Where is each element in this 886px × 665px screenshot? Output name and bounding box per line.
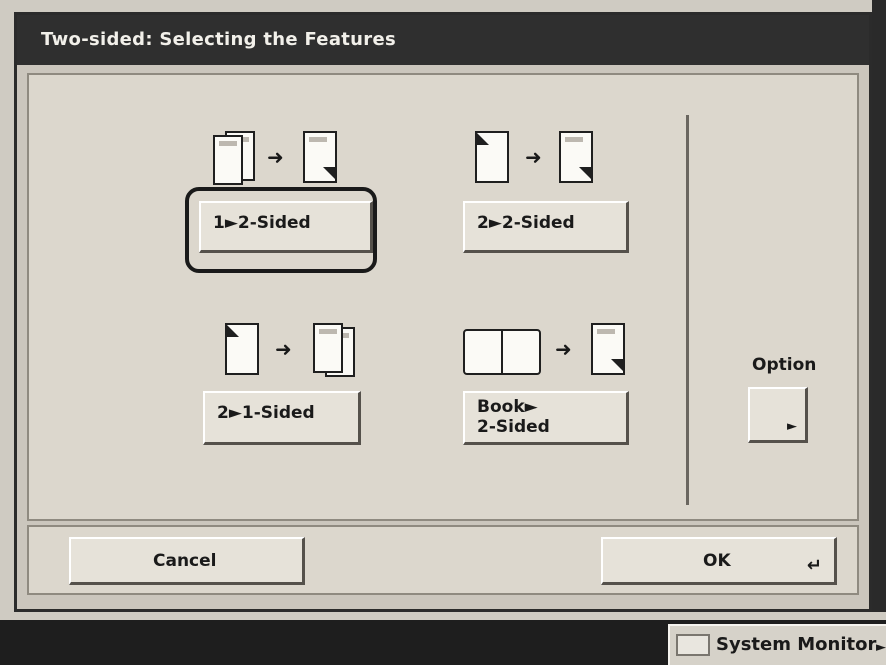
two-to-two-sided-icon: ➜ [469,131,619,191]
system-monitor-icon [676,634,710,656]
two-to-one-sided-label: 2►1-Sided [217,403,315,423]
cancel-button[interactable]: Cancel [69,537,305,585]
two-to-two-sided-button[interactable]: 2►2-Sided [463,201,629,253]
screen-bottom-bezel [14,612,886,620]
return-icon: ↵ [806,555,822,576]
book-to-two-sided-button[interactable]: Book► 2-Sided [463,391,629,445]
screen-right-bezel [872,0,886,620]
option-button[interactable]: ► [748,387,808,443]
book-to-two-sided-label: Book► 2-Sided [477,397,550,437]
book-to-two-sided-icon: ➜ [463,323,633,383]
one-to-two-sided-icon: ➜ [209,131,359,191]
option-label: Option [752,355,817,375]
feature-panel: ➜ ➜ 1►2-Sided 2►2-Sided ➜ ➜ 2►1-Sided Bo… [27,73,859,521]
two-to-two-sided-label: 2►2-Sided [477,213,575,233]
arrow-icon: ➜ [275,337,292,361]
ok-button[interactable]: OK ↵ [601,537,837,585]
cancel-label: Cancel [153,551,217,571]
two-to-one-sided-icon: ➜ [209,323,369,383]
two-to-one-sided-button[interactable]: 2►1-Sided [203,391,361,445]
system-monitor-arrow-icon: ► [876,640,886,655]
system-monitor-label: System Monitor [716,634,877,655]
option-arrow-icon: ► [787,419,797,434]
arrow-icon: ➜ [267,145,284,169]
system-monitor-button[interactable]: System Monitor ► [668,624,886,665]
selected-indicator [185,187,377,273]
arrow-icon: ➜ [555,337,572,361]
two-sided-dialog: Two-sided: Selecting the Features ➜ ➜ 1►… [14,12,872,612]
screen-top-bezel [0,0,886,12]
dialog-title: Two-sided: Selecting the Features [17,15,869,65]
dialog-footer: Cancel OK ↵ [27,525,859,595]
screen-left-bezel [0,0,14,665]
vertical-divider [686,115,689,505]
ok-label: OK [703,551,731,571]
arrow-icon: ➜ [525,145,542,169]
